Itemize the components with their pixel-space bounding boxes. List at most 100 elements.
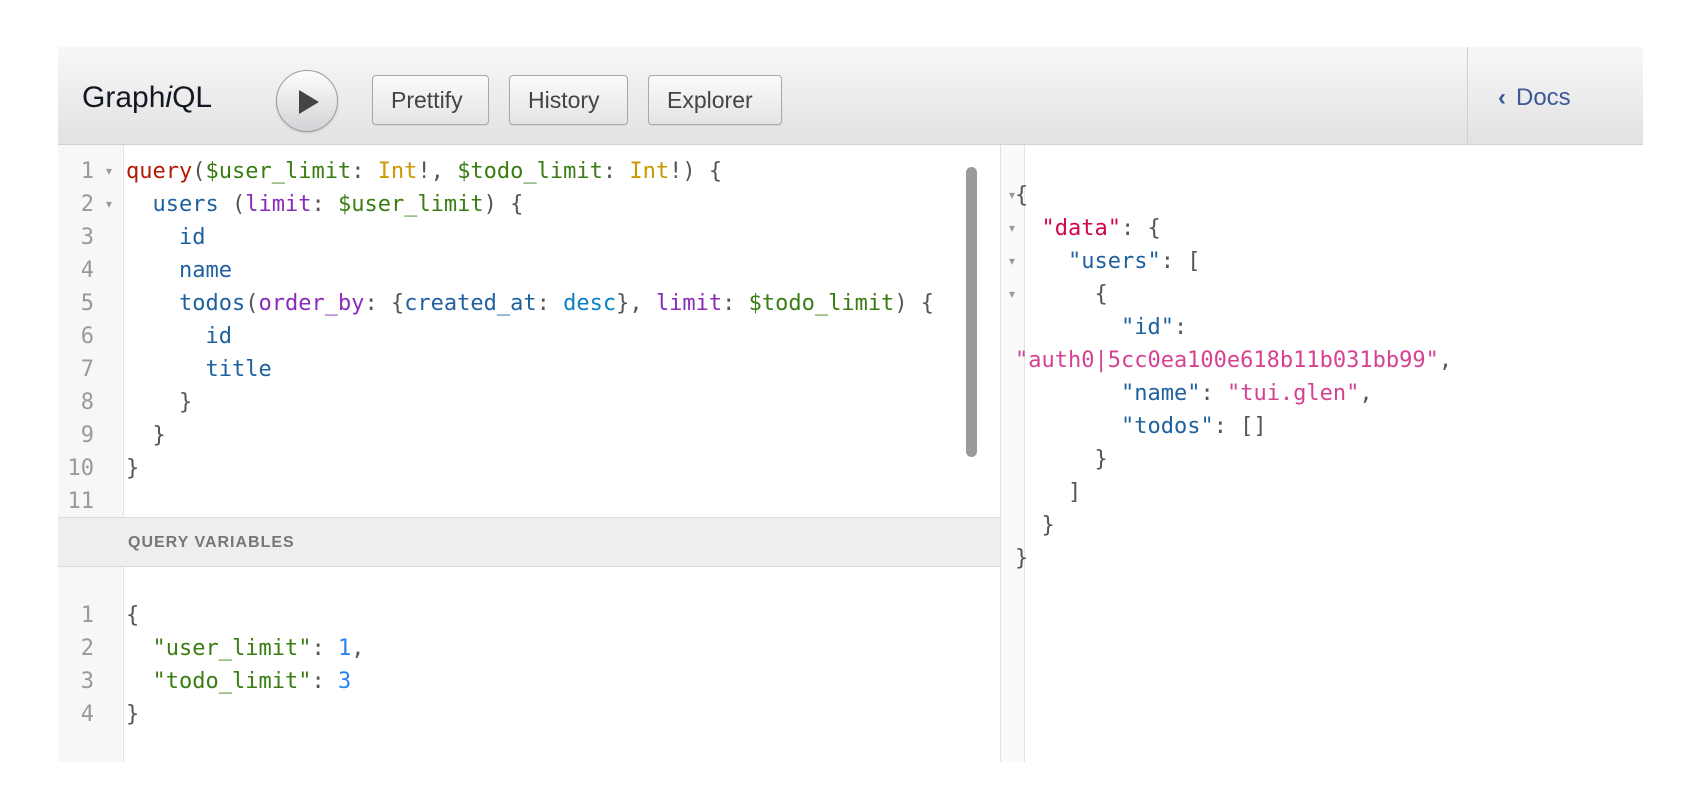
prettify-button[interactable]: Prettify xyxy=(372,75,489,125)
code-token: { xyxy=(126,603,140,628)
fold-arrow-icon[interactable]: ▾ xyxy=(106,155,112,188)
query-variables-editor[interactable]: 1 {2 "user_limit": 1, 3 "todo_limit": 3 4} xyxy=(58,567,1000,762)
line-number: 10 xyxy=(58,452,124,485)
code-token: Int xyxy=(377,159,418,184)
line-number-text: 1 xyxy=(80,159,94,184)
code-token: title xyxy=(205,357,272,382)
code-token: "user_limit" xyxy=(152,636,312,661)
code-token: } xyxy=(1015,513,1055,538)
code-token: "data" xyxy=(1041,216,1121,241)
code-line: "auth0|5cc0ea100e618b11b031bb99", xyxy=(1015,344,1452,377)
code-token: $user_limit xyxy=(337,192,484,217)
title-prefix: Graph xyxy=(82,81,166,114)
explorer-button[interactable]: Explorer xyxy=(648,75,782,125)
code-token: ) { xyxy=(894,291,935,316)
code-token: "tui.glen" xyxy=(1226,381,1360,406)
code-line: "name": "tui.glen", xyxy=(1015,377,1373,410)
code-token: limit xyxy=(245,192,312,217)
chevron-left-icon: ‹ xyxy=(1498,84,1506,111)
code-token: order_by xyxy=(258,291,365,316)
code-token: : xyxy=(351,159,378,184)
code-line: } xyxy=(1015,542,1028,575)
code-token: ] xyxy=(1015,480,1082,505)
line-number: 11 xyxy=(58,485,124,518)
code-token: : [] xyxy=(1213,414,1267,439)
code-token: : xyxy=(311,636,338,661)
execute-query-button[interactable] xyxy=(276,70,338,132)
query-variables-header[interactable]: QUERY VARIABLES xyxy=(58,517,1000,567)
code-token: , xyxy=(351,636,365,661)
code-token: } xyxy=(126,423,166,448)
line-number: 6 xyxy=(58,320,124,353)
code-token: : xyxy=(536,291,564,316)
code-token: : xyxy=(1200,381,1227,406)
code-token: $user_limit xyxy=(205,159,352,184)
line-number: 2 ▾ xyxy=(58,188,124,221)
code-line: "todo_limit": 3 xyxy=(126,665,352,698)
code-token: 3 xyxy=(337,669,352,694)
code-token: !) { xyxy=(669,159,723,184)
code-line: } xyxy=(126,452,139,485)
code-token: !, xyxy=(417,159,458,184)
query-variables-title: QUERY VARIABLES xyxy=(128,534,295,551)
line-number-text: 10 xyxy=(67,456,95,481)
code-token: todos xyxy=(178,291,246,316)
code-line: } xyxy=(1015,509,1055,542)
code-token: desc xyxy=(563,291,617,316)
code-token: "auth0|5cc0ea100e618b11b031bb99" xyxy=(1015,348,1439,373)
line-number: 9 xyxy=(58,419,124,452)
line-number-text: 1 xyxy=(80,603,94,628)
code-token: } xyxy=(126,702,140,727)
query-editor[interactable]: 1 ▾ query($user_limit: Int!, $todo_limit: … xyxy=(58,145,1000,517)
code-line: id xyxy=(126,221,206,254)
result-viewer: ▾{▾ "data": {▾ "users": [▾ { "id": "auth0… xyxy=(1000,145,1643,762)
code-token: : xyxy=(311,669,338,694)
line-number-text: 5 xyxy=(80,291,94,316)
code-token: $todo_limit xyxy=(457,159,603,184)
code-line: name xyxy=(126,254,232,287)
docs-button[interactable]: ‹ Docs xyxy=(1498,84,1571,112)
code-line: "user_limit": 1, xyxy=(126,632,365,665)
code-line: query($user_limit: Int!, $todo_limit: In… xyxy=(126,155,722,188)
line-number: 3 xyxy=(58,221,124,254)
docs-explorer-toggle: ‹ Docs xyxy=(1467,47,1643,145)
line-number-text: 11 xyxy=(67,489,95,514)
line-number-text: 3 xyxy=(80,225,94,250)
code-token: ( xyxy=(245,291,259,316)
code-token: } xyxy=(126,456,140,481)
code-token: : { xyxy=(364,291,405,316)
line-number: 1 xyxy=(58,599,124,632)
code-line: id xyxy=(126,320,232,353)
fold-arrow-icon[interactable]: ▾ xyxy=(106,188,112,221)
query-editor-scrollbar[interactable] xyxy=(966,167,977,457)
toolbar: GraphiQL Prettify History Explorer ‹ Docs xyxy=(58,47,1643,145)
code-token: { xyxy=(1015,183,1029,208)
play-icon xyxy=(299,90,319,114)
line-number: 2 xyxy=(58,632,124,665)
code-token: "todos" xyxy=(1120,414,1214,439)
line-number: 8 xyxy=(58,386,124,419)
code-token: 1 xyxy=(337,636,352,661)
title-suffix: QL xyxy=(172,81,213,114)
code-token: : { xyxy=(1120,216,1161,241)
line-number-text: 8 xyxy=(80,390,94,415)
code-token: "id" xyxy=(1120,315,1174,340)
code-token: }, xyxy=(616,291,656,316)
code-token: id xyxy=(205,324,232,349)
code-line: } xyxy=(126,386,192,419)
code-token: created_at xyxy=(404,291,537,316)
code-token: : xyxy=(602,159,630,184)
history-button[interactable]: History xyxy=(509,75,628,125)
code-token: users xyxy=(152,192,219,217)
code-token: : xyxy=(311,192,338,217)
code-line: } xyxy=(126,698,139,731)
line-number: 4 xyxy=(58,254,124,287)
